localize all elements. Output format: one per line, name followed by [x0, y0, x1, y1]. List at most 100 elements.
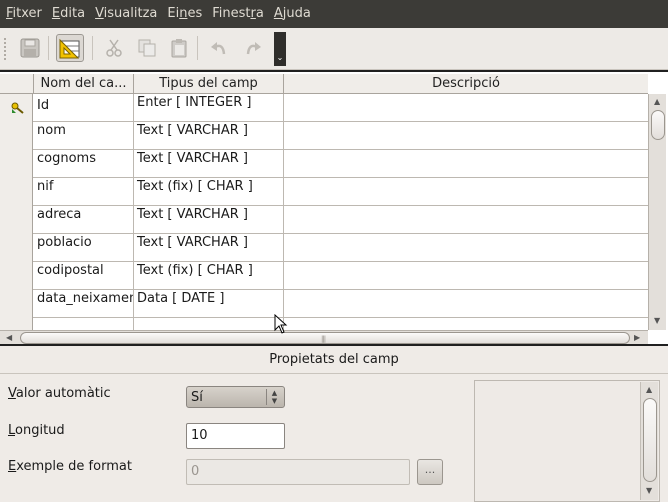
menu-eines[interactable]: Eines — [163, 0, 206, 28]
field-description-cell[interactable] — [284, 150, 648, 178]
field-description-cell[interactable] — [284, 178, 648, 206]
field-name-cell[interactable]: nom — [34, 122, 134, 150]
field-description-cell[interactable] — [284, 318, 648, 330]
row-handle[interactable] — [0, 94, 33, 122]
vertical-scrollbar[interactable]: ▲ ▼ — [648, 94, 666, 330]
save-button[interactable] — [16, 34, 44, 62]
table-row[interactable]: nom Text [ VARCHAR ] — [0, 122, 648, 150]
field-name-cell[interactable]: codipostal — [34, 262, 134, 290]
horizontal-scrollbar[interactable]: ◀ ||| ▶ — [0, 330, 648, 344]
help-scrollbar[interactable]: ▲ ▼ — [640, 382, 658, 500]
table-row[interactable] — [0, 318, 648, 330]
length-field[interactable]: 10 — [186, 423, 285, 449]
field-description-cell[interactable] — [284, 290, 648, 318]
field-type-cell[interactable]: Text [ VARCHAR ] — [134, 122, 284, 150]
auto-value-selected: Sí — [191, 390, 203, 405]
field-type-cell[interactable]: Enter [ INTEGER ] — [134, 94, 284, 122]
table-row[interactable]: codipostal Text (fix) [ CHAR ] — [0, 262, 648, 290]
menu-finestra[interactable]: Finestra — [208, 0, 268, 28]
scroll-left-icon[interactable]: ◀ — [6, 333, 12, 342]
table-design-icon — [59, 38, 80, 59]
updown-arrows-icon: ▲ ▼ — [266, 389, 282, 405]
row-handle[interactable] — [0, 290, 33, 318]
field-type-cell[interactable]: Text [ VARCHAR ] — [134, 234, 284, 262]
redo-button[interactable] — [239, 34, 267, 62]
vertical-scroll-thumb[interactable] — [651, 110, 665, 140]
field-rows: Id Enter [ INTEGER ] nom Text [ VARCHAR … — [0, 94, 648, 330]
field-name-cell[interactable] — [34, 318, 134, 330]
field-name-cell[interactable]: cognoms — [34, 150, 134, 178]
menu-bar: Fitxer Edita Visualitza Eines Finestra A… — [0, 0, 668, 28]
save-icon — [20, 38, 40, 58]
table-row[interactable]: nif Text (fix) [ CHAR ] — [0, 178, 648, 206]
field-design-grid: Nom del ca... Tipus del camp Descripció … — [0, 70, 668, 346]
row-handle[interactable] — [0, 234, 33, 262]
grid-header: Nom del ca... Tipus del camp Descripció — [0, 74, 648, 94]
help-text-box — [474, 380, 660, 502]
field-type-cell[interactable]: Data [ DATE ] — [134, 290, 284, 318]
table-row[interactable]: poblacio Text [ VARCHAR ] — [0, 234, 648, 262]
table-row[interactable]: Id Enter [ INTEGER ] — [0, 94, 648, 122]
auto-value-select[interactable]: Sí ▲ ▼ — [186, 386, 285, 408]
field-description-cell[interactable] — [284, 94, 648, 122]
field-description-cell[interactable] — [284, 122, 648, 150]
design-mode-button[interactable] — [56, 34, 84, 62]
field-description-cell[interactable] — [284, 234, 648, 262]
menu-fitxer[interactable]: Fitxer — [2, 0, 46, 28]
cut-button[interactable] — [100, 34, 128, 62]
properties-title: Propietats del camp — [0, 346, 668, 374]
field-description-cell[interactable] — [284, 262, 648, 290]
format-example-button[interactable]: ... — [417, 459, 443, 485]
menu-ajuda[interactable]: Ajuda — [270, 0, 315, 28]
menu-edita[interactable]: Edita — [48, 0, 89, 28]
row-handle[interactable] — [0, 262, 33, 290]
paste-icon — [171, 39, 187, 58]
undo-icon — [211, 42, 226, 55]
field-name-cell[interactable]: data_neixament — [34, 290, 134, 318]
scroll-down-icon[interactable]: ▼ — [646, 486, 652, 495]
toolbar-grip[interactable] — [4, 38, 10, 60]
undo-button[interactable] — [205, 34, 233, 62]
field-name-cell[interactable]: poblacio — [34, 234, 134, 262]
scroll-up-icon[interactable]: ▲ — [646, 385, 652, 394]
field-name-cell[interactable]: nif — [34, 178, 134, 206]
row-handle[interactable] — [0, 150, 33, 178]
field-type-cell[interactable] — [134, 318, 284, 330]
help-scroll-thumb[interactable] — [643, 398, 657, 482]
scroll-down-icon[interactable]: ▼ — [654, 316, 660, 325]
table-row[interactable]: data_neixament Data [ DATE ] — [0, 290, 648, 318]
field-name-cell[interactable]: adreca — [34, 206, 134, 234]
redo-icon — [246, 42, 261, 55]
field-properties-panel: Propietats del camp Valor automàtic Sí ▲… — [0, 346, 668, 502]
paste-button[interactable] — [165, 34, 193, 62]
length-label: Longitud — [8, 423, 65, 438]
scroll-up-icon[interactable]: ▲ — [654, 97, 660, 106]
field-description-cell[interactable] — [284, 206, 648, 234]
menu-visualitza[interactable]: Visualitza — [91, 0, 161, 28]
format-example-field[interactable]: 0 — [186, 459, 410, 485]
cut-icon — [106, 39, 122, 57]
field-type-cell[interactable]: Text [ VARCHAR ] — [134, 206, 284, 234]
toolbar-overflow-button[interactable]: ⌄ — [274, 32, 286, 66]
field-type-cell[interactable]: Text [ VARCHAR ] — [134, 150, 284, 178]
field-name-cell[interactable]: Id — [34, 94, 134, 122]
horizontal-scroll-thumb[interactable]: ||| — [20, 332, 630, 344]
primary-key-icon — [11, 102, 24, 114]
field-type-cell[interactable]: Text (fix) [ CHAR ] — [134, 178, 284, 206]
row-handle[interactable] — [0, 318, 33, 330]
column-header-field-type[interactable]: Tipus del camp — [134, 74, 284, 94]
column-header-field-name[interactable]: Nom del ca... — [34, 74, 134, 94]
column-header-description[interactable]: Descripció — [284, 74, 648, 94]
mouse-cursor-icon — [274, 314, 288, 334]
row-handle[interactable] — [0, 122, 33, 150]
table-row[interactable]: adreca Text [ VARCHAR ] — [0, 206, 648, 234]
toolbar: ⌄ — [0, 28, 668, 70]
format-example-label: Exemple de format — [8, 459, 132, 474]
row-handle[interactable] — [0, 206, 33, 234]
table-row[interactable]: cognoms Text [ VARCHAR ] — [0, 150, 648, 178]
chevron-down-icon: ⌄ — [276, 53, 284, 62]
copy-button[interactable] — [133, 34, 161, 62]
row-handle[interactable] — [0, 178, 33, 206]
field-type-cell[interactable]: Text (fix) [ CHAR ] — [134, 262, 284, 290]
scroll-right-icon[interactable]: ▶ — [634, 333, 640, 342]
